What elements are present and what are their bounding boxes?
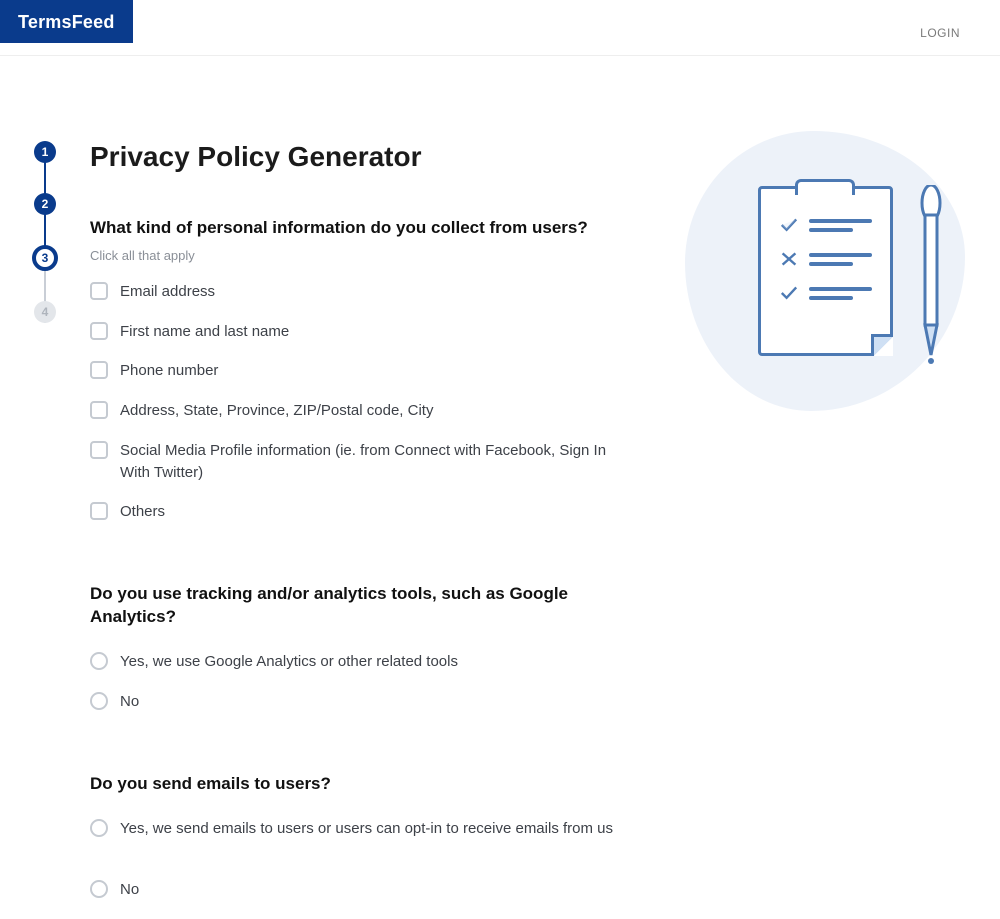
- step-2[interactable]: 2: [34, 193, 56, 215]
- option-label: Social Media Profile information (ie. fr…: [120, 440, 640, 484]
- check-icon: [779, 285, 799, 301]
- option-label: Phone number: [120, 360, 218, 382]
- check-icon: [779, 217, 799, 233]
- q1-option-phone[interactable]: Phone number: [90, 360, 640, 382]
- brand-strong: Terms: [18, 12, 72, 32]
- q2-title: Do you use tracking and/or analytics too…: [90, 583, 640, 629]
- checkbox-icon[interactable]: [90, 361, 108, 379]
- q1-option-social[interactable]: Social Media Profile information (ie. fr…: [90, 440, 640, 484]
- q3-option-no[interactable]: No: [90, 879, 640, 901]
- q2-option-no[interactable]: No: [90, 691, 640, 713]
- x-icon: [779, 251, 799, 267]
- page-content: 1 2 3 4 Privacy Policy Generator What ki…: [0, 56, 1000, 919]
- radio-icon[interactable]: [90, 692, 108, 710]
- q3-option-yes[interactable]: Yes, we send emails to users or users ca…: [90, 818, 640, 840]
- checkbox-icon[interactable]: [90, 401, 108, 419]
- checkbox-icon[interactable]: [90, 441, 108, 459]
- wizard-stepper: 1 2 3 4: [0, 141, 90, 919]
- step-1[interactable]: 1: [34, 141, 56, 163]
- form-main: Privacy Policy Generator What kind of pe…: [90, 141, 650, 919]
- checkbox-icon[interactable]: [90, 322, 108, 340]
- checkbox-icon[interactable]: [90, 282, 108, 300]
- q1-option-others[interactable]: Others: [90, 501, 640, 523]
- q1-option-address[interactable]: Address, State, Province, ZIP/Postal cod…: [90, 400, 640, 422]
- q1-option-email[interactable]: Email address: [90, 281, 640, 303]
- brand-logo[interactable]: TermsFeed: [0, 0, 133, 43]
- checkbox-icon[interactable]: [90, 502, 108, 520]
- brand-light: Feed: [72, 12, 115, 32]
- option-label: No: [120, 879, 139, 901]
- step-4: 4: [34, 301, 56, 323]
- q1-option-name[interactable]: First name and last name: [90, 321, 640, 343]
- illustration-blob: [685, 131, 965, 411]
- q2-option-yes[interactable]: Yes, we use Google Analytics or other re…: [90, 651, 640, 673]
- login-link[interactable]: LOGIN: [920, 0, 1000, 40]
- option-label: Others: [120, 501, 165, 523]
- illustration-column: [650, 141, 1000, 919]
- option-label: Address, State, Province, ZIP/Postal cod…: [120, 400, 433, 422]
- radio-icon[interactable]: [90, 652, 108, 670]
- option-label: Yes, we send emails to users or users ca…: [120, 818, 613, 840]
- pen-icon: [918, 185, 944, 369]
- option-label: Yes, we use Google Analytics or other re…: [120, 651, 458, 673]
- q1-help: Click all that apply: [90, 248, 640, 263]
- option-label: No: [120, 691, 139, 713]
- option-label: First name and last name: [120, 321, 289, 343]
- page-title: Privacy Policy Generator: [90, 141, 640, 173]
- q1-title: What kind of personal information do you…: [90, 217, 640, 240]
- clipboard-icon: [758, 186, 893, 356]
- stepper-line: [44, 153, 46, 323]
- top-bar: TermsFeed LOGIN: [0, 0, 1000, 56]
- option-label: Email address: [120, 281, 215, 303]
- radio-icon[interactable]: [90, 819, 108, 837]
- radio-icon[interactable]: [90, 880, 108, 898]
- q3-title: Do you send emails to users?: [90, 773, 640, 796]
- step-3[interactable]: 3: [32, 245, 58, 271]
